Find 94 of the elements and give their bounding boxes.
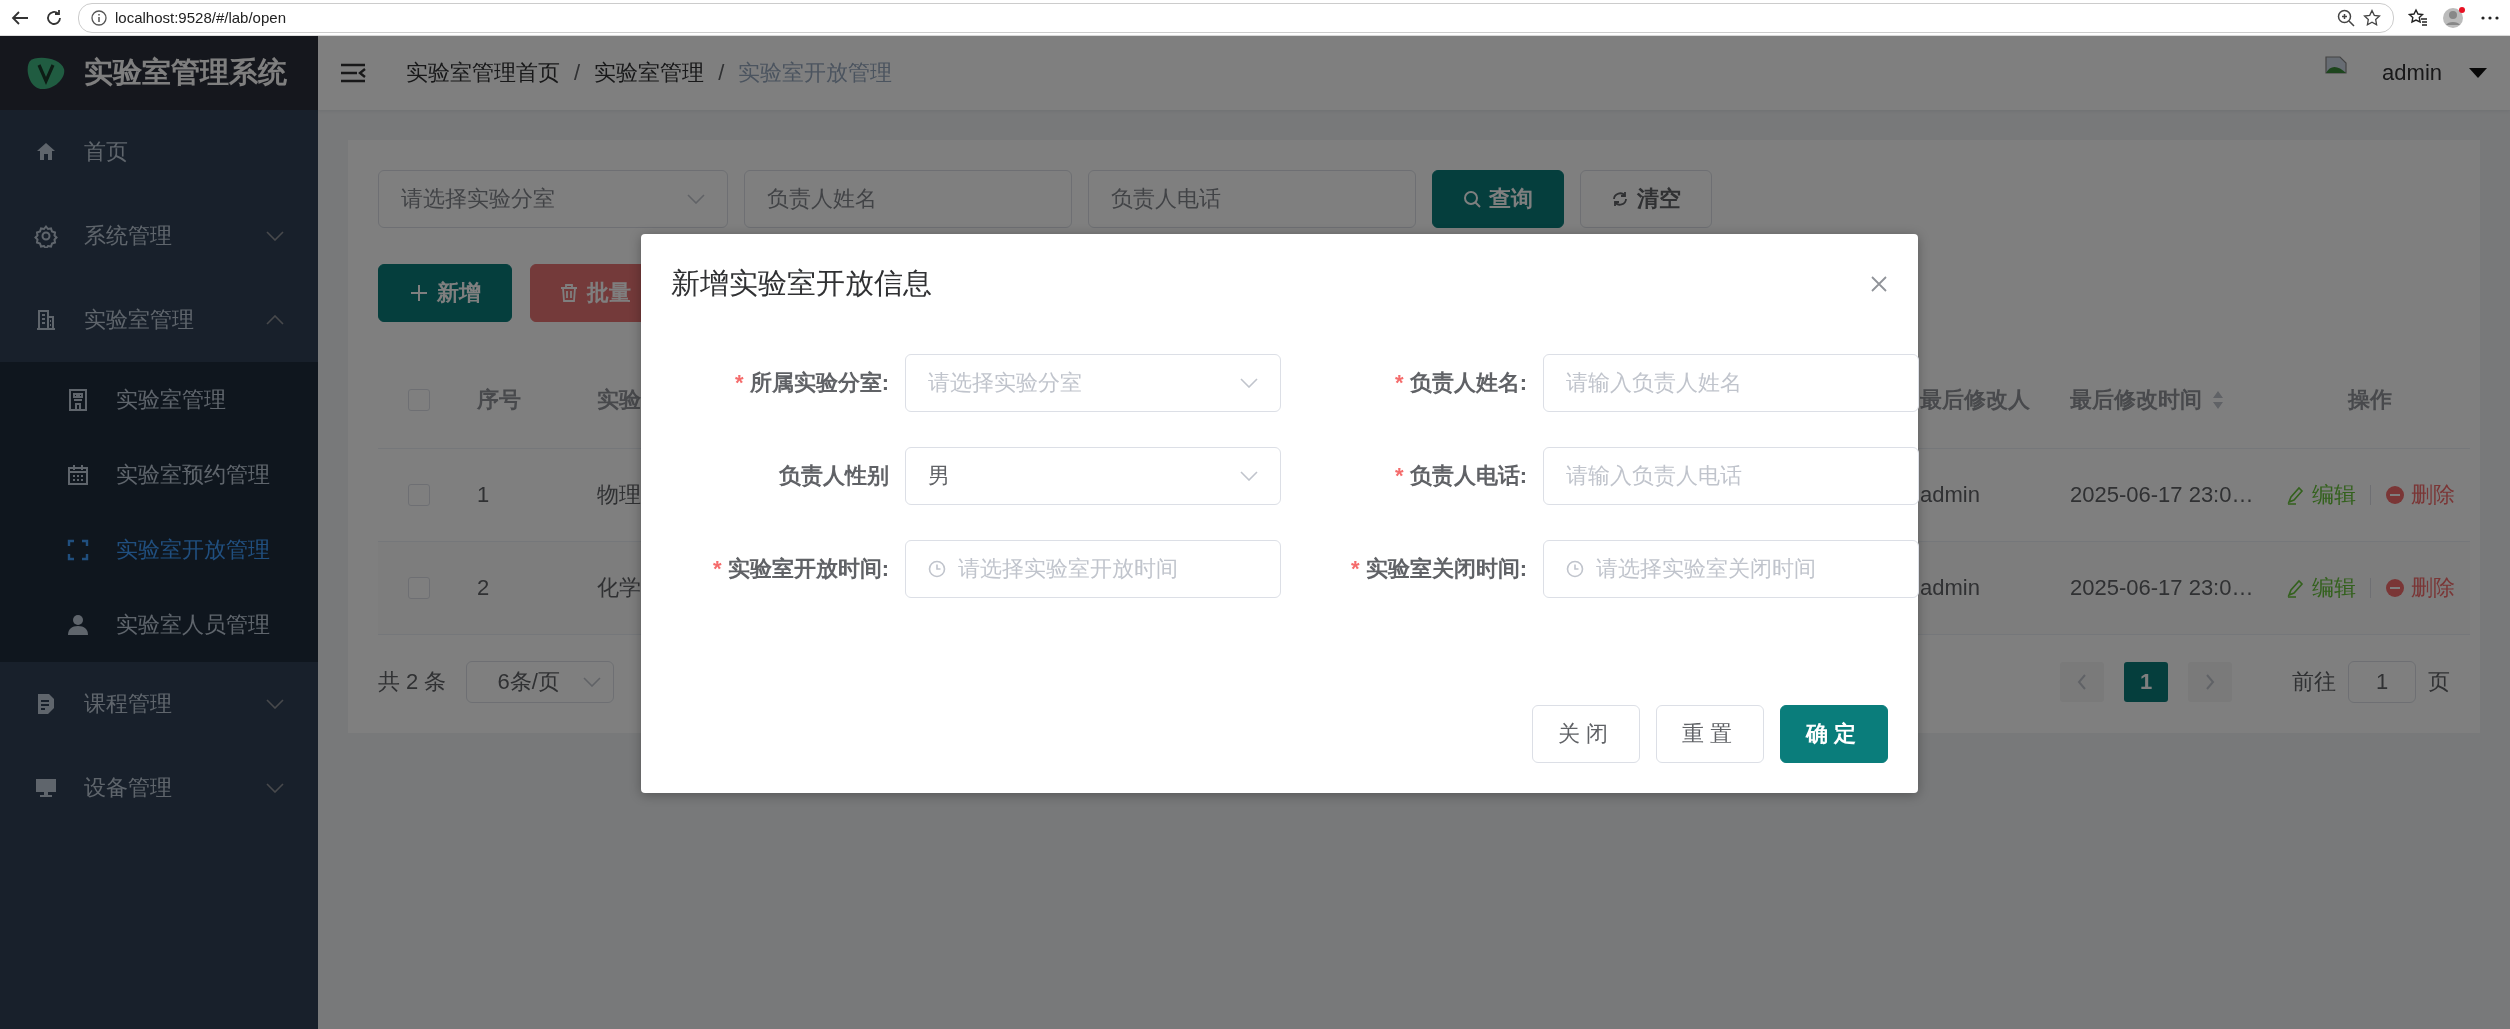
submenu-item[interactable]: 实验室人员管理 <box>0 587 318 662</box>
menu-item[interactable]: 实验室管理 <box>0 278 318 362</box>
button[interactable]: 查询 <box>1432 170 1564 228</box>
chevron-down-icon <box>1240 471 1258 481</box>
total-count: 共 2 条 <box>378 668 447 696</box>
button[interactable]: 确定 <box>1780 705 1888 763</box>
gear-icon <box>34 224 58 248</box>
breadcrumb-link[interactable]: 实验室管理首页 <box>406 58 560 88</box>
breadcrumb-separator: / <box>718 60 725 86</box>
menu-item[interactable]: 系统管理 <box>0 194 318 278</box>
menu-item[interactable]: 首页 <box>0 110 318 194</box>
table-cell: 物理 <box>597 482 641 507</box>
star-icon[interactable] <box>2363 8 2381 27</box>
page-suffix: 页 <box>2428 668 2450 696</box>
table-cell: 化学 <box>597 575 641 600</box>
form-label: * 所属实验分室: <box>734 369 889 397</box>
form-label: * 实验室开放时间: <box>712 555 889 583</box>
page-input[interactable]: 1 <box>2348 661 2416 703</box>
goto-label: 前往 <box>2292 668 2336 696</box>
form-label: * 负责人姓名: <box>1394 369 1527 397</box>
select-field[interactable]: 请选择实验分室 <box>905 354 1281 412</box>
button[interactable]: 重置 <box>1656 705 1764 763</box>
form-label: * 实验室关闭时间: <box>1350 555 1527 583</box>
clock-icon <box>1566 560 1584 578</box>
address-bar[interactable]: localhost:9528/#/lab/open <box>78 2 2394 33</box>
page-button[interactable]: 1 <box>2124 662 2168 702</box>
trash-icon <box>559 283 579 303</box>
select-field[interactable]: 请选择实验分室 <box>378 170 728 228</box>
url-text: localhost:9528/#/lab/open <box>115 9 286 26</box>
logo-icon <box>26 55 66 91</box>
chevron-down-icon <box>1240 378 1258 388</box>
form-label: 负责人性别 <box>778 462 889 490</box>
username[interactable]: admin <box>2382 60 2442 86</box>
table-cell: 2025-06-17 23:0… <box>2070 575 2254 601</box>
button[interactable]: 关闭 <box>1532 705 1640 763</box>
pencil-icon <box>2285 485 2306 505</box>
submenu-item[interactable]: 实验室预约管理 <box>0 437 318 512</box>
table-cell: 2 <box>477 575 490 600</box>
reload-icon[interactable] <box>44 7 64 28</box>
edit-link[interactable]: 编辑 <box>2285 573 2356 603</box>
minus-circle-icon <box>2384 485 2405 505</box>
input-field[interactable]: 负责人姓名 <box>744 170 1072 228</box>
favorites-icon[interactable] <box>2408 7 2428 28</box>
table-cell: admin <box>1920 482 1980 507</box>
select-field[interactable]: 男 <box>905 447 1281 505</box>
refresh-icon <box>1611 190 1629 208</box>
chevron-down-icon <box>266 231 284 241</box>
chevron-right-icon <box>2205 674 2215 690</box>
input-field[interactable]: 请输入负责人姓名 <box>1543 354 1919 412</box>
close-icon[interactable] <box>1870 275 1888 293</box>
submenu-item[interactable]: 实验室管理 <box>0 362 318 437</box>
menu-item[interactable]: 课程管理 <box>0 662 318 746</box>
brackets-icon <box>66 537 90 562</box>
building-icon <box>66 387 90 412</box>
button[interactable]: 清空 <box>1580 170 1712 228</box>
clock-icon <box>928 560 946 578</box>
more-icon[interactable] <box>2480 14 2500 21</box>
caret-icon[interactable] <box>2468 67 2488 79</box>
chevron-down-icon <box>687 194 705 204</box>
person-icon <box>66 612 90 637</box>
page-size-select[interactable]: 6条/页 <box>466 661 615 703</box>
delete-link[interactable]: 删除 <box>2384 573 2455 603</box>
zoom-icon[interactable] <box>2337 8 2355 27</box>
time-field[interactable]: 请选择实验室关闭时间 <box>1543 540 1919 598</box>
profile-icon[interactable] <box>2442 5 2466 30</box>
edit-link[interactable]: 编辑 <box>2285 480 2356 510</box>
time-field[interactable]: 请选择实验室开放时间 <box>905 540 1281 598</box>
minus-circle-icon <box>2384 578 2405 598</box>
plus-icon <box>409 283 429 303</box>
building-icon <box>34 308 58 332</box>
table-cell: 2025-06-17 23:0… <box>2070 482 2254 508</box>
monitor-icon <box>34 776 58 800</box>
menu-icon[interactable] <box>340 63 366 83</box>
breadcrumb-link[interactable]: 实验室管理 <box>594 58 705 88</box>
table-cell: 1 <box>477 482 490 507</box>
breadcrumb-separator: / <box>574 60 581 86</box>
chevron-down-icon <box>266 699 284 709</box>
pencil-icon <box>2285 578 2306 598</box>
calendar-icon <box>66 462 90 487</box>
input-field[interactable]: 请输入负责人电话 <box>1543 447 1919 505</box>
app-title: 实验室管理系统 <box>84 55 287 90</box>
form-label: * 负责人电话: <box>1394 462 1527 490</box>
menu-item[interactable]: 设备管理 <box>0 746 318 830</box>
chevron-left-icon <box>2077 674 2087 690</box>
info-icon <box>91 9 107 26</box>
button[interactable]: 新增 <box>378 264 512 322</box>
table-cell: admin <box>1920 575 1980 600</box>
chevron-down-icon <box>266 783 284 793</box>
chevron-down-icon <box>583 677 602 687</box>
search-icon <box>1463 190 1481 208</box>
submenu-item[interactable]: 实验室开放管理 <box>0 512 318 587</box>
input-field[interactable]: 负责人电话 <box>1088 170 1416 228</box>
delete-link[interactable]: 删除 <box>2384 480 2455 510</box>
chevron-up-icon <box>266 315 284 325</box>
